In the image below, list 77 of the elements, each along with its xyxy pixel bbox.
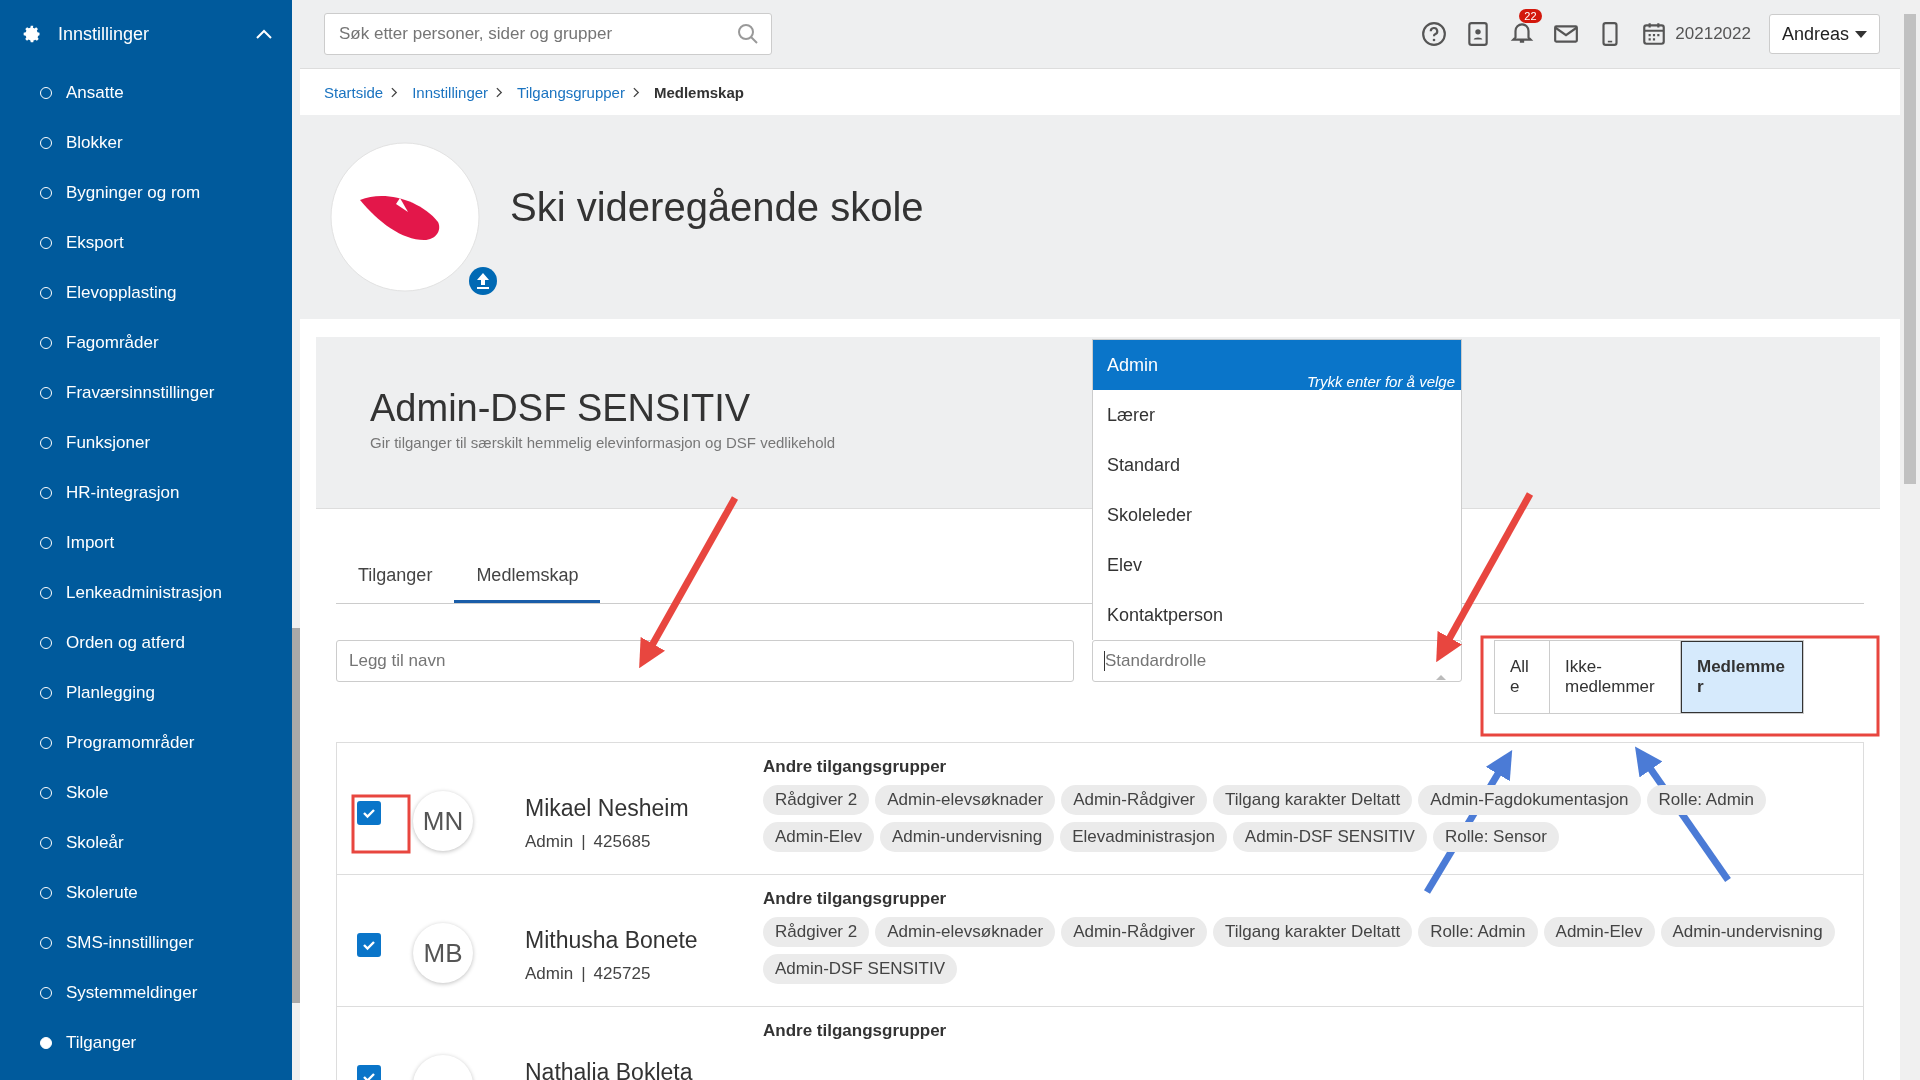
group-tag: Admin-undervisning bbox=[1660, 917, 1835, 947]
group-tag: Admin-Elev bbox=[763, 822, 874, 852]
group-tag: Rolle: Admin bbox=[1646, 785, 1767, 815]
sidebar-item[interactable]: Programområder bbox=[0, 718, 292, 768]
sidebar-item[interactable]: Import bbox=[0, 518, 292, 568]
groups-heading: Andre tilgangsgrupper bbox=[763, 1021, 948, 1041]
group-tag: Admin-elevsøknader bbox=[875, 785, 1056, 815]
group-title: Admin-DSF SENSITIV bbox=[370, 387, 751, 430]
sidebar-item[interactable]: Fagområder bbox=[0, 318, 292, 368]
role-option[interactable]: Standard bbox=[1093, 440, 1461, 490]
sidebar-item[interactable]: Orden og atferd bbox=[0, 618, 292, 668]
sidebar-item[interactable]: SMS-innstillinger bbox=[0, 918, 292, 968]
group-tag: Elevadministrasjon bbox=[1060, 822, 1227, 852]
role-input-field[interactable]: Standardrolle bbox=[1092, 640, 1462, 682]
group-tag: Admin-Rådgiver bbox=[1061, 785, 1207, 815]
breadcrumb-link[interactable]: Tilgangsgrupper bbox=[517, 83, 625, 101]
role-option[interactable]: Skoleleder bbox=[1093, 490, 1461, 540]
member-name: Nathalia Bokleta bbox=[525, 1059, 694, 1080]
role-option[interactable]: Kontaktperson bbox=[1093, 590, 1461, 640]
breadcrumb-link[interactable]: Innstillinger bbox=[412, 83, 489, 101]
groups-heading: Andre tilgangsgrupper bbox=[763, 757, 948, 777]
sidebar-item[interactable]: Skoleår bbox=[0, 818, 292, 868]
group-tag: Admin-Rådgiver bbox=[1061, 917, 1207, 947]
member-name: Mikael Nesheim bbox=[525, 795, 690, 822]
sidebar-item[interactable]: Lenkeadministrasjon bbox=[0, 568, 292, 618]
sidebar-item[interactable]: Eksport bbox=[0, 218, 292, 268]
sidebar-item[interactable]: HR-integrasjon bbox=[0, 468, 292, 518]
breadcrumb-current: Medlemskap bbox=[653, 83, 744, 101]
sidebar-item[interactable]: Systemmeldinger bbox=[0, 968, 292, 1018]
group-description: Gir tilganger til særskilt hemmelig elevinformasjon og DSF vedlikehold bbox=[370, 434, 837, 451]
group-tag: Rådgiver 2 bbox=[763, 917, 870, 947]
member-role: Admin bbox=[525, 832, 574, 852]
settings-menu-header[interactable]: Innstillinger bbox=[0, 0, 292, 68]
avatar: MN bbox=[413, 791, 473, 851]
sidebar-item[interactable]: Funksjoner bbox=[0, 418, 292, 468]
school-year[interactable]: 20212022 bbox=[1675, 24, 1751, 44]
name-input-field[interactable]: Legg til navn bbox=[336, 640, 1074, 682]
group-tag: Admin-DSF SENSITIV bbox=[763, 954, 958, 984]
member-id: 425685 bbox=[593, 832, 651, 852]
group-tag: Tilgang karakter Deltatt bbox=[1213, 917, 1413, 947]
breadcrumb-link[interactable]: Startside bbox=[324, 83, 384, 101]
group-tag: Admin-DSF SENSITIV bbox=[1232, 822, 1427, 852]
avatar: MB bbox=[413, 923, 473, 983]
sidebar-item[interactable]: Elevopplasting bbox=[0, 268, 292, 318]
group-tag: Rolle: Admin bbox=[1418, 917, 1538, 947]
role-option[interactable]: Elev bbox=[1093, 540, 1461, 590]
group-tag: Tilgang karakter Deltatt bbox=[1213, 785, 1413, 815]
sidebar-item[interactable]: Bygninger og rom bbox=[0, 168, 292, 218]
group-tag: Admin-undervisning bbox=[879, 822, 1055, 852]
group-tag: Admin-Elev bbox=[1543, 917, 1655, 947]
school-name: Ski videregående skole bbox=[510, 184, 924, 230]
group-tag: Rådgiver 2 bbox=[763, 785, 870, 815]
group-tag: Admin-elevsøknader bbox=[875, 917, 1056, 947]
sidebar-item[interactable]: Skolerute bbox=[0, 868, 292, 918]
sidebar-item[interactable]: Tilganger bbox=[0, 1018, 292, 1068]
role-option[interactable]: Lærer bbox=[1093, 390, 1461, 440]
tab[interactable]: Medlemskap bbox=[454, 551, 601, 603]
search-field[interactable]: Søk etter personer, sider og grupper bbox=[324, 13, 772, 55]
enter-hint: Trykk enter for å velge bbox=[1306, 373, 1455, 390]
sidebar-item[interactable]: Blokker bbox=[0, 118, 292, 168]
sidebar-item[interactable]: Skole bbox=[0, 768, 292, 818]
sidebar-item[interactable]: Ansatte bbox=[0, 68, 292, 118]
user-menu-button[interactable]: Andreas bbox=[1768, 14, 1880, 54]
sidebar-item[interactable]: Planlegging bbox=[0, 668, 292, 718]
role-option[interactable]: Admin Trykk enter for å velge bbox=[1093, 340, 1461, 390]
separator: | bbox=[581, 832, 586, 852]
separator: | bbox=[581, 964, 586, 984]
sidebar-item[interactable]: Fraværsinnstillinger bbox=[0, 368, 292, 418]
member-id: 425725 bbox=[593, 964, 651, 984]
groups-heading: Andre tilgangsgrupper bbox=[763, 889, 948, 909]
group-tag: Admin-Fagdokumentasjon bbox=[1418, 785, 1641, 815]
tab[interactable]: Tilganger bbox=[336, 551, 455, 603]
member-role: Admin bbox=[525, 964, 574, 984]
member-name: Mithusha Bonete bbox=[525, 927, 699, 954]
notification-count: 22 bbox=[1519, 9, 1542, 23]
filter-toggle[interactable]: Medlemmer bbox=[1681, 641, 1803, 713]
group-tag: Rolle: Sensor bbox=[1432, 822, 1559, 852]
